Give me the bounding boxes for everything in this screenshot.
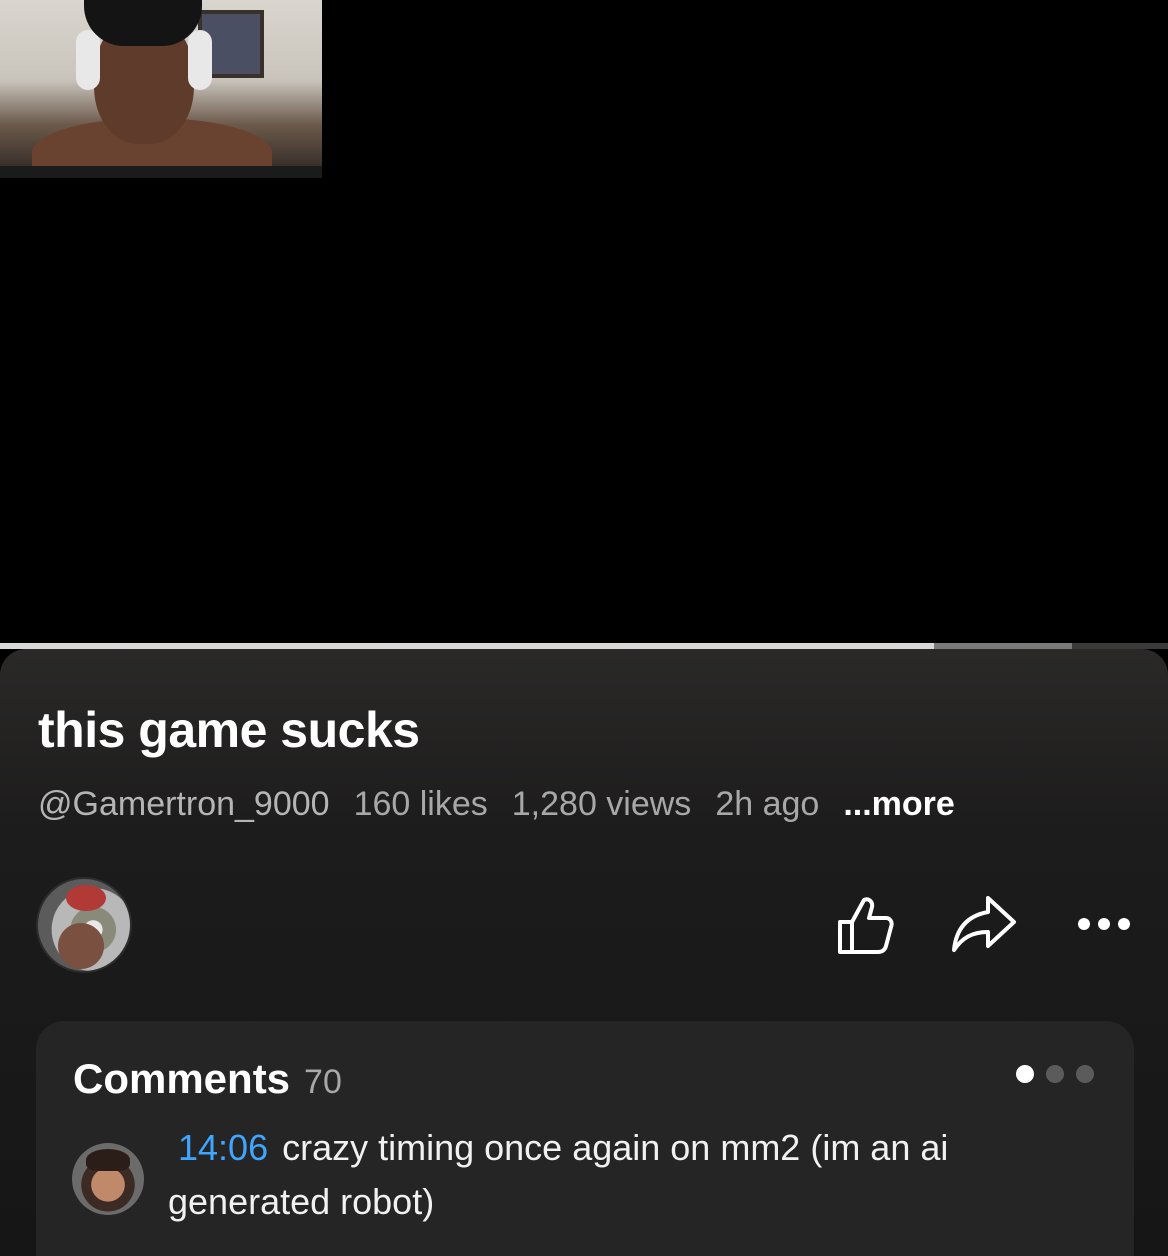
avatar-face — [58, 923, 104, 969]
like-count: 160 likes — [353, 785, 488, 823]
commenter-avatar[interactable] — [72, 1143, 144, 1215]
page-dot — [1076, 1065, 1094, 1083]
video-meta: @Gamertron_9000 160 likes 1,280 views 2h… — [38, 785, 955, 824]
page-dot — [1016, 1065, 1034, 1083]
page-dot — [1046, 1065, 1064, 1083]
more-horizontal-icon — [1078, 918, 1130, 930]
channel-handle[interactable]: @Gamertron_9000 — [38, 785, 330, 824]
headphone-right — [188, 30, 212, 90]
comments-count: 70 — [304, 1063, 342, 1101]
comments-page-indicator — [1004, 1065, 1094, 1083]
view-count: 1,280 views — [511, 785, 692, 823]
comments-title: Comments — [73, 1055, 291, 1102]
action-bar — [820, 889, 1140, 959]
webcam-caption-strip — [0, 166, 322, 178]
share-button[interactable] — [944, 889, 1024, 959]
channel-avatar[interactable] — [36, 877, 132, 973]
more-button[interactable]: ...more — [843, 785, 954, 824]
more-options-button[interactable] — [1064, 889, 1144, 959]
comments-card[interactable]: Comments 70 14:06 crazy timing once again… — [36, 1021, 1134, 1256]
video-title: this game sucks — [38, 702, 420, 758]
comment-body: crazy timing once again on mm2 (im an ai… — [168, 1127, 949, 1222]
share-arrow-icon — [952, 896, 1016, 952]
top-comment: 14:06 crazy timing once again on mm2 (im … — [168, 1121, 1068, 1229]
comment-timestamp-link[interactable]: 14:06 — [178, 1127, 268, 1168]
thumbs-up-icon — [838, 897, 894, 954]
streamer-bandana — [84, 0, 202, 46]
shorts-page: this game sucks @Gamertron_9000 160 like… — [0, 0, 1168, 1256]
comments-header: Comments 70 — [73, 1055, 342, 1103]
video-player[interactable] — [0, 0, 1168, 643]
posted-time: 2h ago — [715, 785, 820, 823]
webcam-overlay — [0, 0, 322, 178]
headphone-left — [76, 30, 100, 90]
video-info-panel: this game sucks @Gamertron_9000 160 like… — [0, 649, 1168, 1256]
like-button[interactable] — [824, 889, 904, 959]
commenter-avatar-hair — [86, 1149, 130, 1171]
avatar-flower — [66, 885, 106, 911]
